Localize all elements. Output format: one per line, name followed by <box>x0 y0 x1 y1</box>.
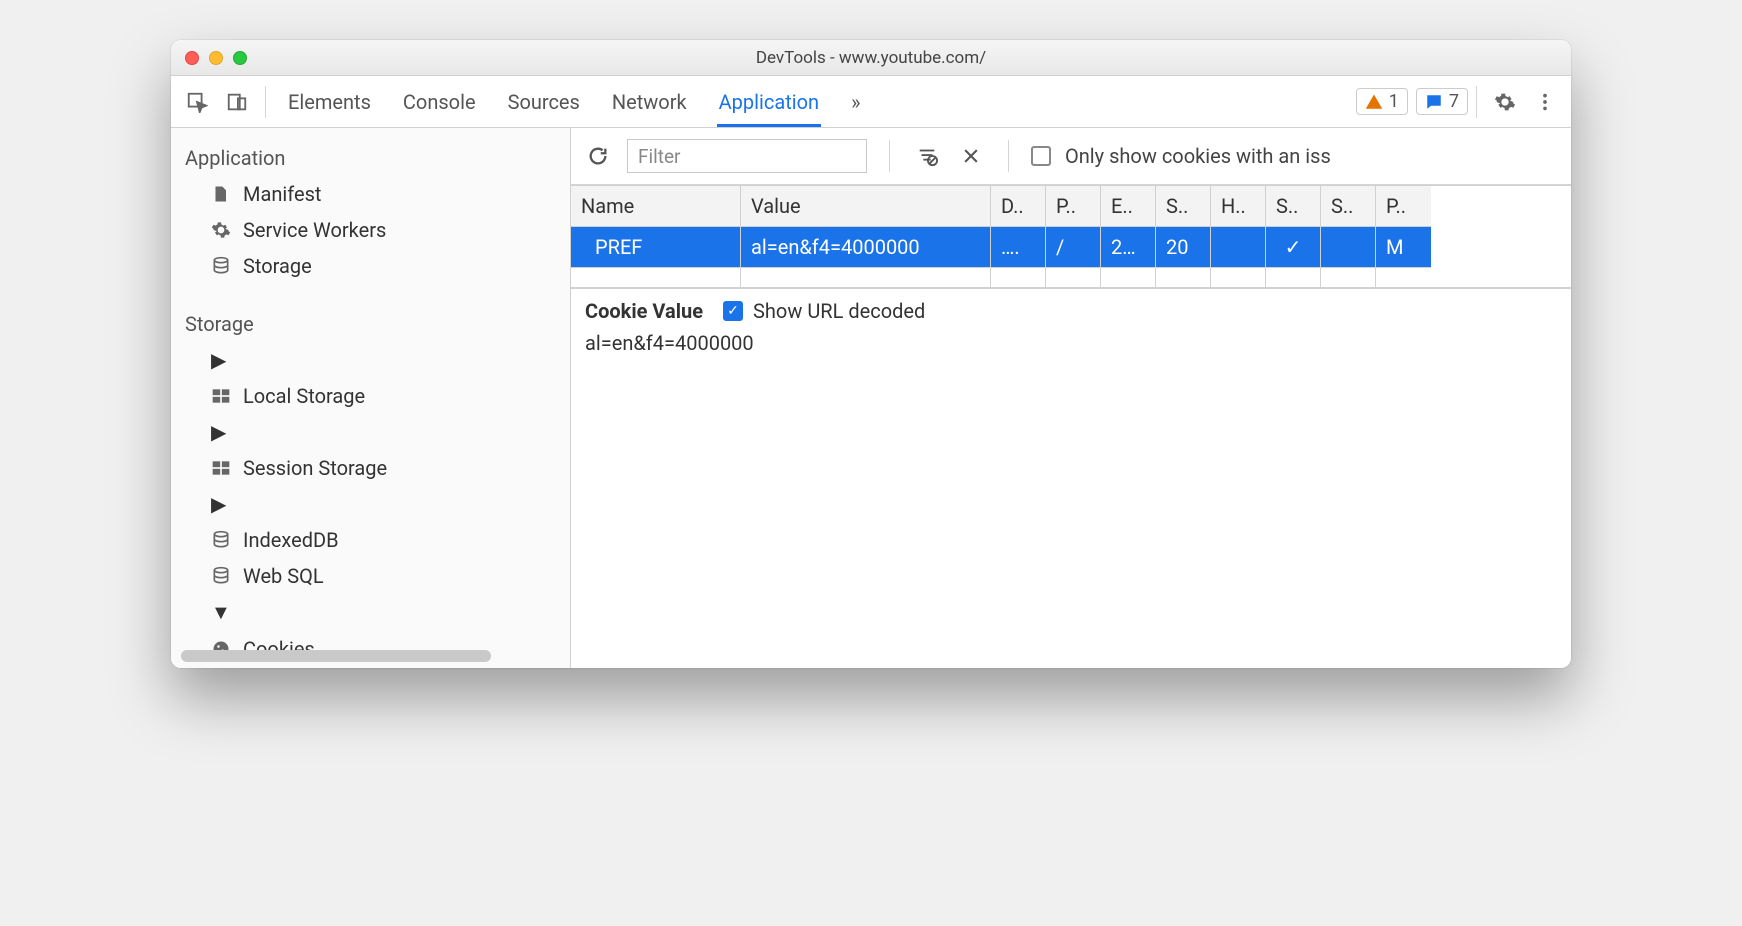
inspect-element-icon[interactable] <box>177 82 217 122</box>
separator <box>889 140 890 172</box>
table-row[interactable]: PREF al=en&f4=4000000 …. / 2… 20 ✓ M <box>571 227 1571 268</box>
settings-icon[interactable] <box>1485 82 1525 122</box>
device-mode-icon[interactable] <box>217 82 257 122</box>
sidebar-item-label: Session Storage <box>243 456 387 480</box>
clear-all-icon[interactable] <box>912 136 942 176</box>
col-secure[interactable]: S.. <box>1266 186 1321 227</box>
cell-size: 20 <box>1156 227 1211 268</box>
sidebar-item-storage[interactable]: Storage <box>171 248 570 284</box>
database-icon <box>211 530 233 550</box>
grid-icon <box>211 387 233 405</box>
url-decoded-checkbox[interactable]: ✓ <box>723 301 743 321</box>
sidebar-item-service-workers[interactable]: Service Workers <box>171 212 570 248</box>
main-toolbar: Elements Console Sources Network Applica… <box>171 76 1571 128</box>
sidebar-item-label: Service Workers <box>243 218 386 242</box>
window-title: DevTools - www.youtube.com/ <box>171 48 1571 68</box>
panel-tabs: Elements Console Sources Network Applica… <box>286 77 862 127</box>
grid-icon <box>211 459 233 477</box>
cell-priority: M <box>1376 227 1431 268</box>
messages-badge[interactable]: 7 <box>1416 88 1468 115</box>
more-icon[interactable] <box>1525 82 1565 122</box>
gear-icon <box>211 220 233 240</box>
tab-console[interactable]: Console <box>401 77 478 127</box>
cell-http <box>1211 227 1266 268</box>
separator <box>265 86 266 118</box>
sidebar-item-label: Web SQL <box>243 564 324 588</box>
col-samesite[interactable]: S.. <box>1321 186 1376 227</box>
database-icon <box>211 256 233 276</box>
cookies-panel: Filter Only show cookies with an iss Nam… <box>571 128 1571 668</box>
separator <box>1008 140 1009 172</box>
database-icon <box>211 566 233 586</box>
col-priority[interactable]: P.. <box>1376 186 1431 227</box>
cookie-value-heading: Cookie Value <box>585 299 703 323</box>
expand-icon[interactable]: ▶ <box>171 486 570 522</box>
sidebar-heading-storage: Storage <box>171 304 570 342</box>
tab-application[interactable]: Application <box>717 77 821 127</box>
tab-sources[interactable]: Sources <box>506 77 582 127</box>
col-path[interactable]: P.. <box>1046 186 1101 227</box>
only-issues-label: Only show cookies with an iss <box>1065 144 1331 168</box>
cell-expires: 2… <box>1101 227 1156 268</box>
sidebar-item-websql[interactable]: Web SQL <box>171 558 570 594</box>
expand-icon[interactable]: ▶ <box>171 414 570 450</box>
delete-icon[interactable] <box>956 136 986 176</box>
tab-elements[interactable]: Elements <box>286 77 373 127</box>
cookie-detail: Cookie Value ✓ Show URL decoded al=en&f4… <box>571 288 1571 668</box>
url-decoded-label: Show URL decoded <box>753 299 925 323</box>
cookies-toolbar: Filter Only show cookies with an iss <box>571 128 1571 185</box>
sidebar-item-session-storage[interactable]: Session Storage <box>171 450 570 486</box>
sidebar-item-label: Storage <box>243 254 312 278</box>
traffic-lights <box>171 51 247 65</box>
application-sidebar: Application Manifest Service Workers Sto… <box>171 128 571 668</box>
cookies-table: Name Value D.. P.. E.. S.. H.. S.. S.. P… <box>571 185 1571 288</box>
separator <box>1476 86 1477 118</box>
cell-name: PREF <box>571 227 741 268</box>
messages-count: 7 <box>1449 91 1459 112</box>
content-area: Application Manifest Service Workers Sto… <box>171 128 1571 668</box>
col-name[interactable]: Name <box>571 186 741 227</box>
only-issues-checkbox[interactable] <box>1031 146 1051 166</box>
table-empty-row <box>571 268 1571 288</box>
sidebar-item-label: Manifest <box>243 182 321 206</box>
cookie-value-text: al=en&f4=4000000 <box>585 331 1557 355</box>
sidebar-item-local-storage[interactable]: Local Storage <box>171 378 570 414</box>
col-size[interactable]: S.. <box>1156 186 1211 227</box>
sidebar-scrollbar[interactable] <box>181 650 491 662</box>
refresh-icon[interactable] <box>583 136 613 176</box>
file-icon <box>211 184 233 204</box>
minimize-window-button[interactable] <box>209 51 223 65</box>
warning-icon <box>1365 93 1383 111</box>
sidebar-item-label: IndexedDB <box>243 528 339 552</box>
cell-secure: ✓ <box>1266 227 1321 268</box>
zoom-window-button[interactable] <box>233 51 247 65</box>
table-header-row: Name Value D.. P.. E.. S.. H.. S.. S.. P… <box>571 186 1571 227</box>
cell-domain: …. <box>991 227 1046 268</box>
expand-icon[interactable]: ▶ <box>171 342 570 378</box>
tabs-overflow[interactable]: » <box>849 77 862 127</box>
tab-network[interactable]: Network <box>610 77 689 127</box>
filter-input[interactable]: Filter <box>627 139 867 173</box>
cell-value: al=en&f4=4000000 <box>741 227 991 268</box>
titlebar: DevTools - www.youtube.com/ <box>171 40 1571 76</box>
col-expires[interactable]: E.. <box>1101 186 1156 227</box>
close-window-button[interactable] <box>185 51 199 65</box>
cell-path: / <box>1046 227 1101 268</box>
sidebar-heading-application: Application <box>171 138 570 176</box>
sidebar-item-manifest[interactable]: Manifest <box>171 176 570 212</box>
col-domain[interactable]: D.. <box>991 186 1046 227</box>
warnings-badge[interactable]: 1 <box>1356 88 1408 115</box>
collapse-icon[interactable]: ▼ <box>171 594 570 631</box>
sidebar-item-label: Local Storage <box>243 384 365 408</box>
devtools-window: DevTools - www.youtube.com/ Elements Con… <box>171 40 1571 668</box>
col-http[interactable]: H.. <box>1211 186 1266 227</box>
cell-samesite <box>1321 227 1376 268</box>
sidebar-item-indexeddb[interactable]: IndexedDB <box>171 522 570 558</box>
message-icon <box>1425 93 1443 111</box>
col-value[interactable]: Value <box>741 186 991 227</box>
warnings-count: 1 <box>1389 91 1399 112</box>
